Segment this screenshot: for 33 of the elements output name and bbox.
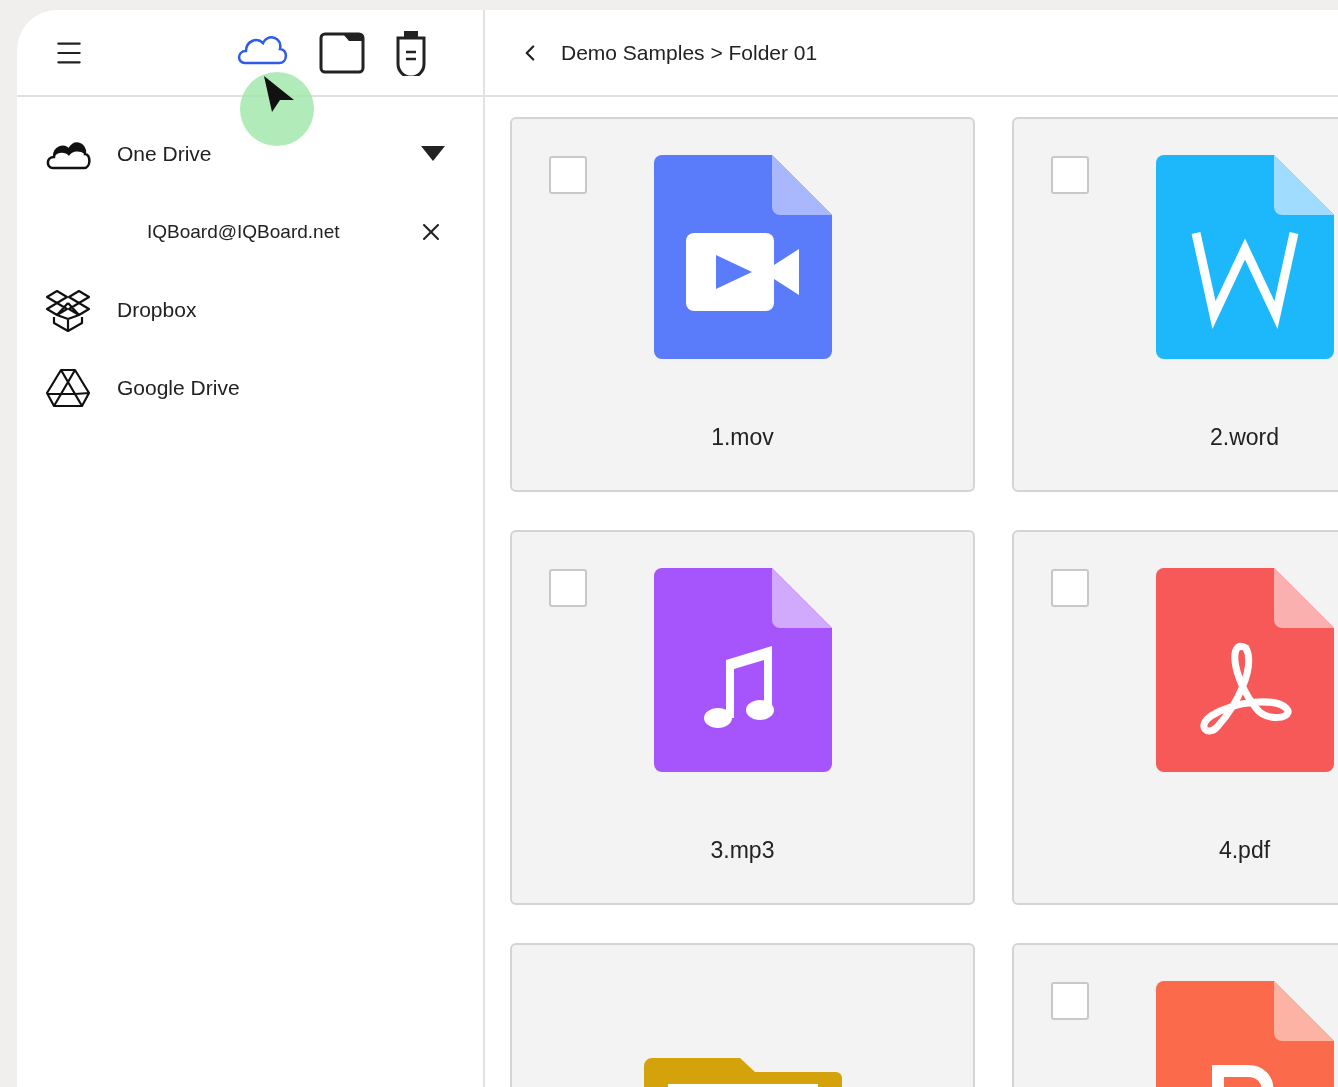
source-tab[interactable] bbox=[319, 31, 365, 74]
file-name: 3.mp3 bbox=[710, 836, 775, 865]
account-item[interactable]: Google Drive bbox=[17, 366, 483, 410]
pdf-file-icon bbox=[1155, 568, 1334, 772]
audio-file-icon bbox=[653, 568, 832, 772]
checkbox[interactable] bbox=[1051, 982, 1089, 1020]
account-item[interactable]: One Drive bbox=[17, 132, 483, 176]
checkbox[interactable] bbox=[1051, 156, 1089, 194]
folder-icon bbox=[319, 31, 365, 74]
dropbox-icon bbox=[45, 287, 91, 333]
video-file-icon bbox=[653, 155, 832, 359]
account-name: Dropbox bbox=[117, 297, 198, 324]
checkbox[interactable] bbox=[549, 569, 587, 607]
file-card[interactable]: 4.pdf bbox=[1012, 530, 1338, 905]
file-name: 2.word bbox=[1209, 423, 1279, 452]
account-name: One Drive bbox=[117, 141, 213, 168]
account-item[interactable]: Dropbox bbox=[17, 288, 483, 332]
file-name: 1.mov bbox=[711, 423, 774, 452]
checkbox[interactable] bbox=[1051, 569, 1089, 607]
file-card[interactable]: 2.word bbox=[1012, 117, 1338, 492]
file-card[interactable]: 3.mp3 bbox=[510, 530, 975, 905]
account-name: Google Drive bbox=[117, 375, 241, 402]
dropdown-caret-icon[interactable] bbox=[421, 146, 445, 162]
file-card[interactable]: 1.mov bbox=[510, 117, 975, 492]
drive-icon bbox=[45, 367, 91, 409]
breadcrumb: Demo Samples > Folder 01 bbox=[561, 39, 818, 66]
source-tab[interactable] bbox=[395, 29, 427, 76]
account-email: IQBoard@IQBoard.net bbox=[147, 219, 341, 244]
checkbox[interactable] bbox=[549, 156, 587, 194]
cloud-icon bbox=[235, 34, 289, 65]
file-name: 4.pdf bbox=[1218, 836, 1271, 865]
word-file-icon bbox=[1155, 155, 1334, 359]
usb-drive-icon bbox=[395, 29, 427, 76]
